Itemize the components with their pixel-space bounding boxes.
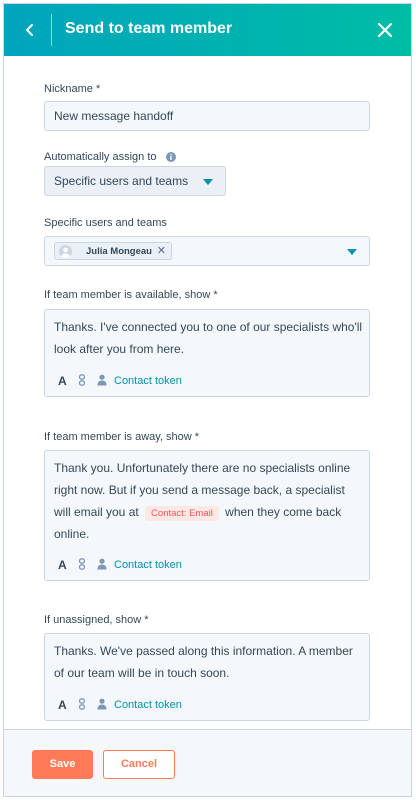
away-message-field[interactable]: Thank you. Unfortunately there are no sp…: [44, 450, 370, 581]
caret-down-icon: [347, 249, 357, 255]
nickname-input[interactable]: New message handoff: [44, 101, 370, 131]
assign-dropdown[interactable]: Specific users and teams: [44, 166, 226, 196]
away-label: If team member is away, show *: [44, 431, 200, 443]
avatar-icon: [59, 245, 72, 258]
person-icon: [97, 558, 107, 570]
contact-token-button[interactable]: Contact token: [114, 375, 182, 387]
available-label: If team member is available, show *: [44, 289, 218, 301]
chevron-left-icon: [26, 24, 33, 36]
users-teams-label: Specific users and teams: [44, 217, 167, 229]
info-icon[interactable]: [165, 152, 176, 163]
text-format-button[interactable]: A: [58, 698, 67, 712]
user-chip-name: Julia Mongeau: [86, 246, 152, 257]
save-button[interactable]: Save: [32, 750, 93, 779]
user-chip: Julia Mongeau ✕: [54, 242, 172, 260]
cancel-button[interactable]: Cancel: [103, 750, 175, 779]
panel-footer: Save Cancel: [4, 729, 411, 796]
assign-label: Automatically assign to: [44, 151, 176, 163]
panel-title: Send to team member: [65, 20, 233, 37]
form-body: Nickname * New message handoff Automatic…: [4, 56, 411, 734]
link-icon[interactable]: [78, 558, 86, 570]
person-icon: [97, 698, 107, 710]
back-button[interactable]: [18, 18, 42, 42]
send-to-team-member-panel: Send to team member Nickname * New messa…: [3, 3, 412, 797]
person-icon: [97, 374, 107, 386]
caret-down-icon: [203, 179, 213, 185]
away-message-text: Thank you. Unfortunately there are no sp…: [54, 457, 364, 545]
assign-dropdown-value: Specific users and teams: [54, 174, 189, 188]
available-message-field[interactable]: Thanks. I've connected you to one of our…: [44, 309, 370, 397]
remove-chip-icon[interactable]: ✕: [157, 244, 166, 257]
available-message-text: Thanks. I've connected you to one of our…: [54, 320, 363, 356]
unassigned-label: If unassigned, show *: [44, 614, 149, 626]
unassigned-message-text: Thanks. We've passed along this informat…: [54, 644, 353, 680]
close-icon: [377, 22, 393, 38]
contact-token-button[interactable]: Contact token: [114, 559, 182, 571]
assign-label-text: Automatically assign to: [44, 151, 157, 163]
link-icon[interactable]: [78, 374, 86, 386]
unassigned-message-field[interactable]: Thanks. We've passed along this informat…: [44, 633, 370, 721]
text-format-button[interactable]: A: [58, 374, 67, 388]
text-format-button[interactable]: A: [58, 558, 67, 572]
contact-token-button[interactable]: Contact token: [114, 699, 182, 711]
contact-email-token[interactable]: Contact: Email: [145, 506, 219, 521]
users-teams-select[interactable]: Julia Mongeau ✕: [44, 236, 370, 266]
header-divider: [51, 14, 52, 46]
nickname-label: Nickname *: [44, 83, 101, 95]
link-icon[interactable]: [78, 698, 86, 710]
close-button[interactable]: [373, 18, 397, 42]
panel-header: Send to team member: [4, 4, 411, 56]
